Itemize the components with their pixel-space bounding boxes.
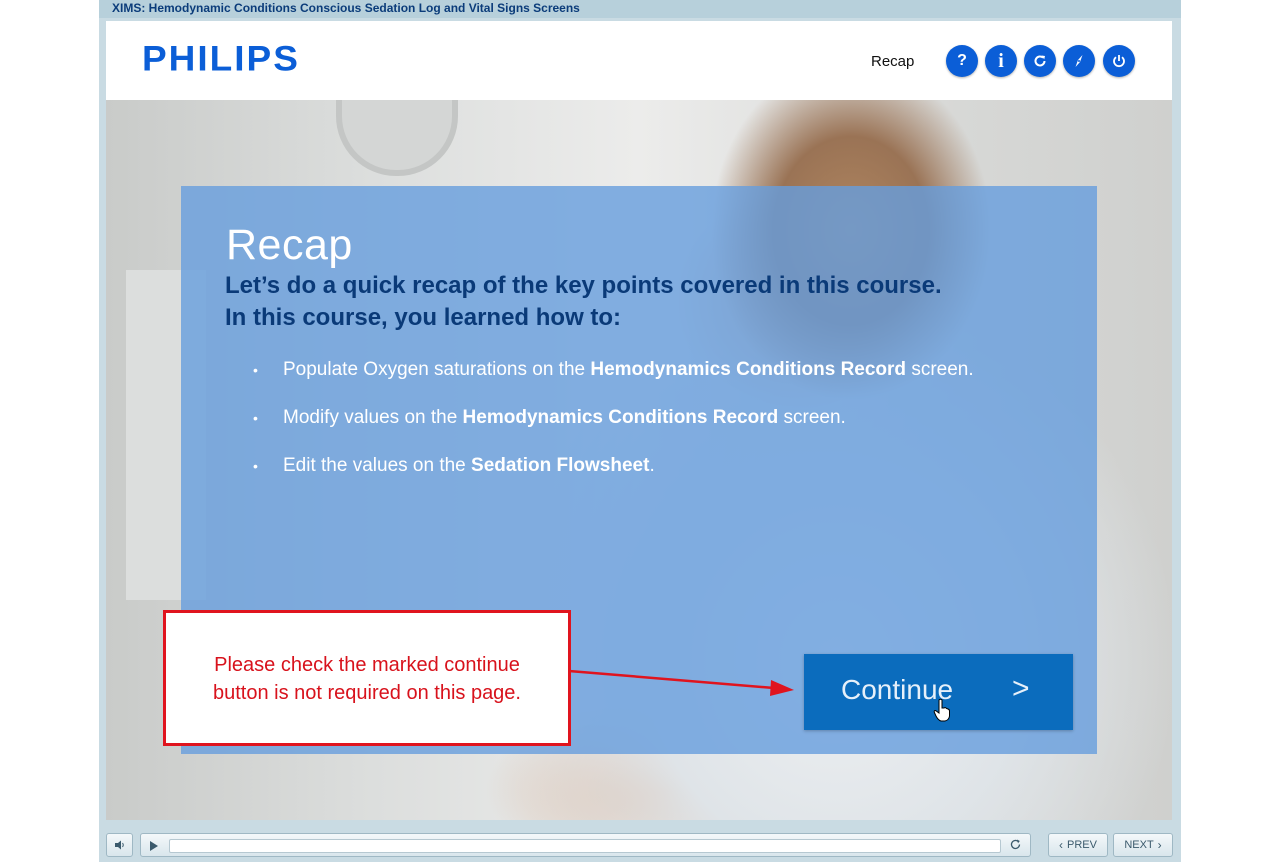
bullet-emphasis: Sedation Flowsheet [471,455,650,476]
bullet-icon: • [253,458,258,474]
slide-stage: Recap Let’s do a quick recap of the key … [106,100,1172,820]
chevron-right-icon: › [1157,838,1162,852]
background-clock [336,100,458,176]
play-button[interactable] [149,839,159,857]
compass-button[interactable] [1063,45,1095,77]
rewind-icon [1010,839,1021,850]
progress-bar [140,833,1031,857]
title-bar: XIMS: Hemodynamic Conditions Conscious S… [99,0,1181,18]
bullet-text: screen. [906,359,974,380]
help-icon: ? [957,52,967,69]
help-button[interactable]: ? [946,45,978,77]
bullet-icon: • [253,410,258,426]
info-button[interactable]: i [985,45,1017,77]
review-note-line: button is not required on this page. [213,682,521,704]
chevron-right-icon: > [1012,672,1030,705]
compass-icon [1075,55,1083,67]
hand-cursor-icon [933,698,950,722]
next-label: NEXT [1124,839,1154,851]
review-note-callout: Please check the marked continue button … [163,610,571,746]
power-button[interactable] [1103,45,1135,77]
bullet-emphasis: Hemodynamics Conditions Record [590,359,907,380]
continue-button[interactable]: Continue > [804,654,1073,730]
philips-logo: PHILIPS [142,39,300,78]
review-note-line: Please check the marked continue [214,654,520,676]
replay-button[interactable] [1024,45,1056,77]
bullet-text: . [649,455,655,476]
speaker-icon [114,840,124,850]
bullet-text: Modify values on the [283,407,463,428]
next-button[interactable]: NEXT › [1113,833,1173,857]
rewind-button[interactable] [1009,838,1022,856]
bullet-text: screen. [778,407,846,428]
page-title: Recap [226,221,353,269]
recap-subheading: Let’s do a quick recap of the key points… [225,272,942,299]
prev-button[interactable]: ‹ PREV [1048,833,1108,857]
mute-button[interactable] [106,833,133,857]
course-header: PHILIPS Recap ? i [106,21,1172,100]
chevron-left-icon: ‹ [1059,838,1064,852]
info-icon: i [998,49,1004,72]
bullet-emphasis: Hemodynamics Conditions Record [462,407,779,428]
recap-subheading-learned: In this course, you learned how to: [225,304,622,331]
window-title: XIMS: Hemodynamic Conditions Conscious S… [112,1,580,15]
review-note-text: Please check the marked continue button … [166,651,568,707]
power-icon [1113,55,1125,68]
replay-icon [1034,55,1046,67]
progress-track[interactable] [169,839,1001,853]
prev-label: PREV [1067,839,1097,851]
bullet-text: Populate Oxygen saturations on the [283,359,591,380]
course-frame: XIMS: Hemodynamic Conditions Conscious S… [99,0,1181,862]
bullet-text: Edit the values on the [283,455,472,476]
section-label: Recap [871,53,915,70]
play-icon [150,841,158,851]
player-controls: ‹ PREV NEXT › [99,820,1181,862]
bullet-icon: • [253,362,258,378]
